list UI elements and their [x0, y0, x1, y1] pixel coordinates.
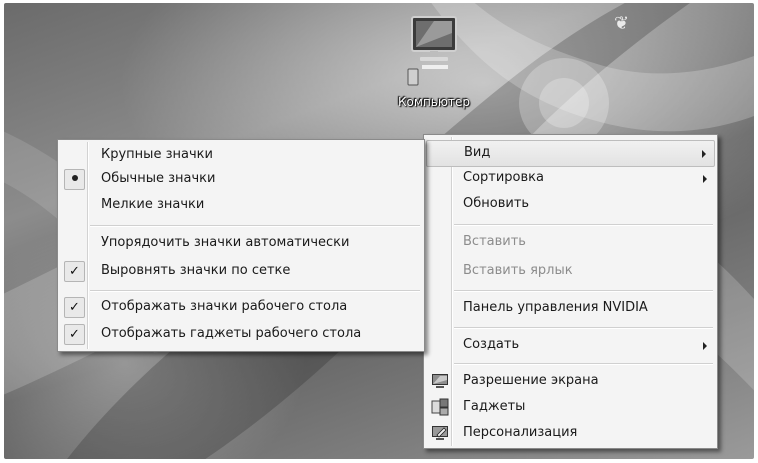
menu-separator [454, 290, 713, 292]
menu-separator [454, 224, 713, 226]
checkmark-icon: ✓ [64, 324, 85, 345]
menu-item-paste-shortcut: Вставить ярлык [463, 263, 573, 278]
menu-separator [90, 290, 420, 292]
desktop-background[interactable]: ❦ Компьютер Вид Сортировка Обновить Вста… [4, 3, 754, 459]
menu-item-view[interactable]: Вид [426, 140, 715, 167]
computer-icon [407, 16, 457, 86]
computer-icon-label: Компьютер [398, 95, 470, 109]
menu-item-refresh[interactable]: Обновить [426, 192, 715, 217]
submenu-item-align-to-grid[interactable]: ✓ Выровнять значки по сетке [60, 259, 422, 284]
butterfly-icon: ❦ [614, 13, 630, 34]
menu-item-nvidia-control-panel[interactable]: Панель управления NVIDIA [426, 296, 715, 321]
screen-resolution-icon [432, 374, 448, 388]
menu-item-gadgets[interactable]: Гаджеты [426, 395, 715, 420]
submenu-arrow-icon [702, 150, 706, 158]
radio-bullet-icon [64, 169, 85, 190]
menu-item-create[interactable]: Создать [426, 333, 715, 358]
gadgets-icon [431, 398, 449, 416]
submenu-item-show-desktop-icons[interactable]: ✓ Отображать значки рабочего стола [60, 295, 422, 320]
submenu-arrow-icon [703, 342, 707, 350]
desktop-context-menu: Вид Сортировка Обновить Вставить Вставит… [423, 134, 718, 449]
submenu-item-medium-icons[interactable]: Обычные значки [60, 167, 422, 192]
menu-separator [454, 327, 713, 329]
menu-item-paste: Вставить [463, 234, 526, 249]
menu-item-personalization[interactable]: Персонализация [426, 421, 715, 446]
menu-item-sort[interactable]: Сортировка [426, 166, 715, 191]
submenu-item-show-desktop-gadgets[interactable]: ✓ Отображать гаджеты рабочего стола [60, 322, 422, 347]
view-submenu: Крупные значки Обычные значки Мелкие зна… [57, 139, 425, 352]
computer-desktop-icon[interactable]: Компьютер [379, 9, 489, 110]
menu-separator [90, 225, 420, 227]
submenu-arrow-icon [703, 175, 707, 183]
checkmark-icon: ✓ [64, 297, 85, 318]
submenu-item-auto-arrange[interactable]: Упорядочить значки автоматически [60, 231, 422, 256]
checkmark-icon: ✓ [64, 261, 85, 282]
submenu-item-large-icons[interactable]: Крупные значки [60, 143, 422, 168]
submenu-item-small-icons[interactable]: Мелкие значки [60, 193, 422, 218]
personalization-icon [432, 426, 448, 440]
menu-item-screen-resolution[interactable]: Разрешение экрана [426, 369, 715, 394]
menu-separator [454, 363, 713, 365]
